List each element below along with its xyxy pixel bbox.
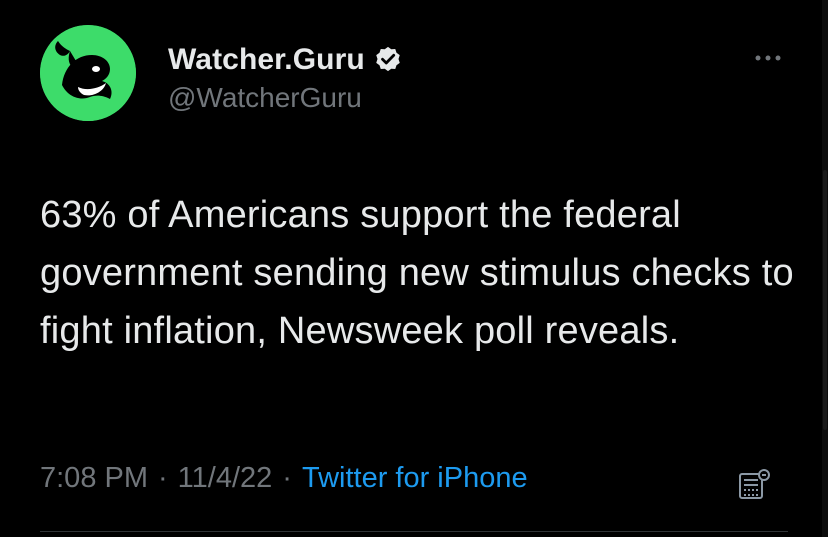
whale-logo-icon: [40, 25, 136, 121]
meta-separator: ·: [158, 462, 168, 494]
avatar[interactable]: [40, 25, 136, 121]
more-options-icon[interactable]: [750, 48, 786, 68]
tweet-text: 63% of Americans support the federal gov…: [40, 194, 794, 352]
author-name-row[interactable]: Watcher.Guru: [168, 42, 403, 78]
verified-badge-icon: [373, 45, 403, 75]
meta-separator: ·: [282, 462, 292, 494]
tweet-time[interactable]: 7:08 PM: [40, 462, 148, 495]
scrollbar-track[interactable]: [822, 0, 828, 537]
scrollbar-thumb[interactable]: [823, 170, 827, 430]
divider: [40, 531, 788, 532]
tweet-date[interactable]: 11/4/22: [178, 462, 273, 495]
analytics-icon[interactable]: [737, 466, 773, 502]
tweet-source-link[interactable]: Twitter for iPhone: [302, 462, 528, 495]
author-handle[interactable]: @WatcherGuru: [168, 82, 362, 114]
tweet-card: Watcher.Guru @WatcherGuru 63% of America…: [0, 0, 828, 537]
author-display-name[interactable]: Watcher.Guru: [168, 43, 365, 77]
tweet-meta: 7:08 PM · 11/4/22 · Twitter for iPhone: [40, 462, 528, 495]
